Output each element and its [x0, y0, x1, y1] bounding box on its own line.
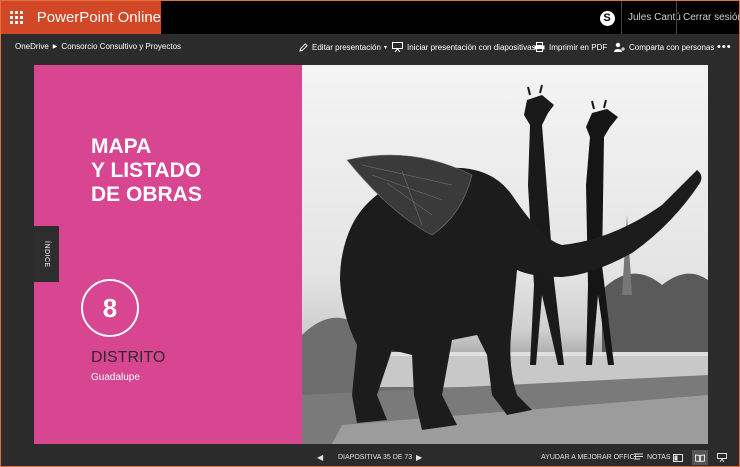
index-tab[interactable]: ÍNDICE [34, 226, 59, 282]
skype-icon[interactable]: S [596, 7, 618, 29]
breadcrumb-separator-icon: ▶ [52, 44, 58, 50]
slide-title-line: Y LISTADO [91, 159, 202, 182]
slide-photo-elephant-giraffes [302, 65, 708, 444]
breadcrumb-onedrive[interactable]: OneDrive [15, 34, 49, 60]
share-person-icon [614, 42, 625, 52]
notes-label: NOTAS [647, 454, 671, 461]
index-tab-label: ÍNDICE [43, 240, 50, 268]
status-bar: ◀ DIAPOSITIVA 35 DE 73 ▶ AYUDAR A MEJORA… [1, 448, 739, 466]
app-window: PowerPoint Online S Jules Cantú Cerrar s… [0, 0, 740, 467]
share-button[interactable]: Comparta con personas [614, 34, 714, 60]
previous-slide-icon[interactable]: ◀ [317, 448, 323, 466]
help-improve-office-link[interactable]: AYUDAR A MEJORAR OFFICE [541, 448, 639, 466]
command-bar: OneDrive ▶ Consorcio Consultivo y Proyec… [1, 34, 739, 60]
slide-counter: DIAPOSITIVA 35 DE 73 [338, 454, 413, 461]
reading-view-icon[interactable] [692, 450, 708, 465]
slide-title: MAPA Y LISTADO DE OBRAS [91, 135, 271, 207]
slide-title-line: MAPA [91, 135, 152, 158]
sign-out-link[interactable]: Cerrar sesión [676, 1, 739, 34]
district-number-badge: 8 [81, 279, 139, 337]
start-slideshow-label: Iniciar presentación con diapositivas [407, 42, 536, 52]
notes-button[interactable]: NOTAS [634, 448, 671, 466]
app-title[interactable]: PowerPoint Online [33, 9, 161, 26]
chevron-down-icon: ▾ [383, 44, 387, 51]
slide-canvas[interactable]: MAPA Y LISTADO DE OBRAS ÍNDICE 8 DISTRIT… [34, 65, 708, 444]
printer-icon [534, 42, 545, 52]
district-name: Guadalupe [91, 372, 140, 383]
share-label: Comparta con personas [629, 42, 715, 52]
print-pdf-button[interactable]: Imprimir en PDF [534, 34, 607, 60]
breadcrumb-folder[interactable]: Consorcio Consultivo y Proyectos [61, 34, 181, 60]
edit-presentation-button[interactable]: Editar presentación ▾ [299, 34, 387, 60]
print-pdf-label: Imprimir en PDF [549, 42, 608, 52]
next-slide-icon[interactable]: ▶ [416, 448, 422, 466]
more-options-icon[interactable]: ••• [717, 34, 732, 60]
app-launcher-icon[interactable] [1, 1, 33, 34]
app-brand: PowerPoint Online [1, 1, 161, 34]
breadcrumb: OneDrive ▶ Consorcio Consultivo y Proyec… [15, 34, 181, 60]
normal-view-icon[interactable] [673, 448, 683, 466]
slide-title-line: DE OBRAS [91, 183, 202, 206]
slide-pink-panel: MAPA Y LISTADO DE OBRAS ÍNDICE 8 DISTRIT… [34, 65, 302, 444]
district-label: DISTRITO [91, 349, 166, 366]
slideshow-view-icon[interactable] [717, 448, 727, 466]
top-bar: PowerPoint Online S Jules Cantú Cerrar s… [1, 1, 739, 34]
edit-presentation-label: Editar presentación [312, 42, 381, 52]
start-slideshow-button[interactable]: Iniciar presentación con diapositivas [392, 34, 536, 60]
notes-icon [634, 453, 643, 462]
projector-icon [392, 42, 403, 52]
pencil-icon [299, 42, 308, 52]
